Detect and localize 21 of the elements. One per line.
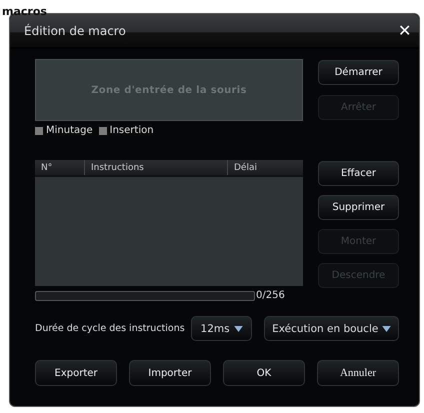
close-button[interactable]: ✕ (398, 20, 411, 40)
cycle-label: Durée de cycle des instructions (35, 323, 185, 334)
edit-button[interactable]: Effacer (318, 161, 399, 186)
mouse-area-label: Zone d'entrée de la souris (91, 84, 247, 96)
column-header: N° (35, 160, 85, 175)
column-header: Instructions (85, 160, 228, 175)
dialog-button[interactable]: Annuler (317, 360, 399, 386)
record-button[interactable]: Démarrer (318, 60, 399, 85)
dropdown-arrow-icon (234, 326, 243, 332)
dialog-button[interactable]: OK (223, 360, 305, 386)
column-header: Délai (233, 162, 258, 174)
mode-dropdown[interactable]: Exécution en boucle (264, 316, 399, 341)
edit-button[interactable]: Supprimer (318, 195, 399, 220)
dropdown-arrow-icon (382, 326, 392, 332)
delay-dropdown[interactable]: 12ms (190, 316, 252, 341)
capacity-count: 0/256 (256, 290, 285, 301)
option-checkbox[interactable]: Insertion (98, 125, 154, 136)
window-title: Édition de macro (24, 24, 126, 38)
dialog-button[interactable]: Importer (129, 360, 211, 386)
dialog-button[interactable]: Exporter (35, 360, 117, 386)
option-checkbox[interactable]: Minutage (35, 125, 93, 136)
